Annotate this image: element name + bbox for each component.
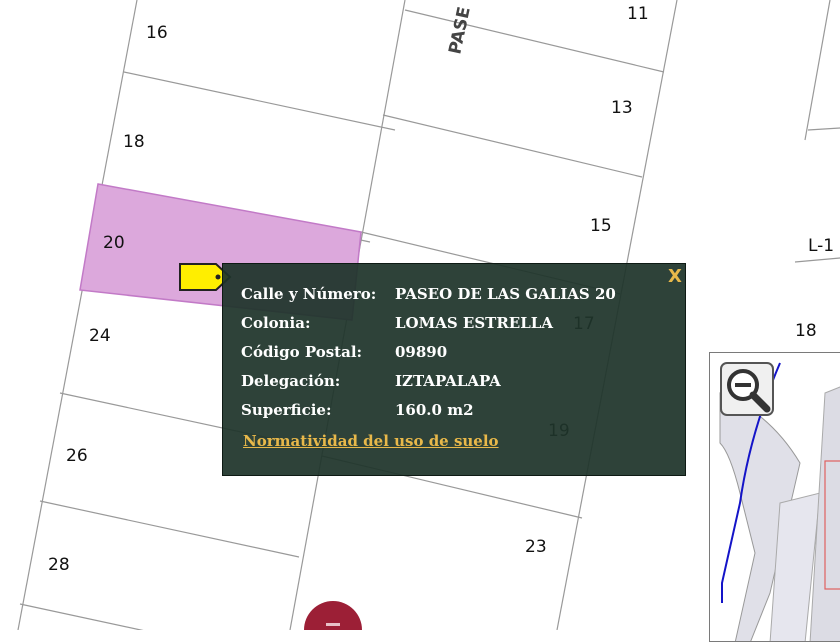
info-label: Código Postal: bbox=[241, 343, 363, 361]
info-value: IZTAPALAPA bbox=[395, 372, 501, 390]
lot-number: 13 bbox=[611, 98, 633, 118]
lot-number: 16 bbox=[146, 23, 168, 43]
info-value: PASEO DE LAS GALIAS 20 bbox=[395, 285, 616, 303]
info-value: 160.0 m2 bbox=[395, 401, 474, 419]
lot-number: 24 bbox=[89, 326, 111, 346]
info-row: Delegación: IZTAPALAPA bbox=[241, 371, 616, 400]
lot-number: 15 bbox=[590, 216, 612, 236]
info-value: LOMAS ESTRELLA bbox=[395, 314, 553, 332]
close-button[interactable]: X bbox=[667, 266, 683, 288]
info-row: Superficie: 160.0 m2 bbox=[241, 400, 616, 429]
parcel-info-table: Calle y Número: PASEO DE LAS GALIAS 20 C… bbox=[241, 284, 616, 429]
lot-number: L-1 bbox=[808, 236, 834, 256]
lot-number: 26 bbox=[66, 446, 88, 466]
info-label: Calle y Número: bbox=[241, 285, 377, 303]
lot-number: 11 bbox=[627, 4, 649, 24]
lot-number: 28 bbox=[48, 555, 70, 575]
land-use-link[interactable]: Normatividad del uso de suelo bbox=[243, 432, 499, 450]
info-value: 09890 bbox=[395, 343, 448, 361]
lot-number: 18 bbox=[123, 132, 145, 152]
info-row: Colonia: LOMAS ESTRELLA bbox=[241, 313, 616, 342]
magnifier-minus-icon bbox=[720, 362, 774, 416]
lot-number: 20 bbox=[103, 233, 125, 253]
info-row: Calle y Número: PASEO DE LAS GALIAS 20 bbox=[241, 284, 616, 313]
lot-number: 18 bbox=[795, 321, 817, 341]
info-label: Delegación: bbox=[241, 372, 341, 390]
info-row: Código Postal: 09890 bbox=[241, 342, 616, 371]
info-label: Colonia: bbox=[241, 314, 311, 332]
pin-mark bbox=[326, 623, 340, 626]
parcel-info-popup: X Calle y Número: PASEO DE LAS GALIAS 20… bbox=[222, 263, 686, 476]
info-label: Superficie: bbox=[241, 401, 332, 419]
zoom-out-button[interactable] bbox=[719, 361, 775, 417]
lot-number: 23 bbox=[525, 537, 547, 557]
street-label: PASE bbox=[445, 5, 475, 56]
